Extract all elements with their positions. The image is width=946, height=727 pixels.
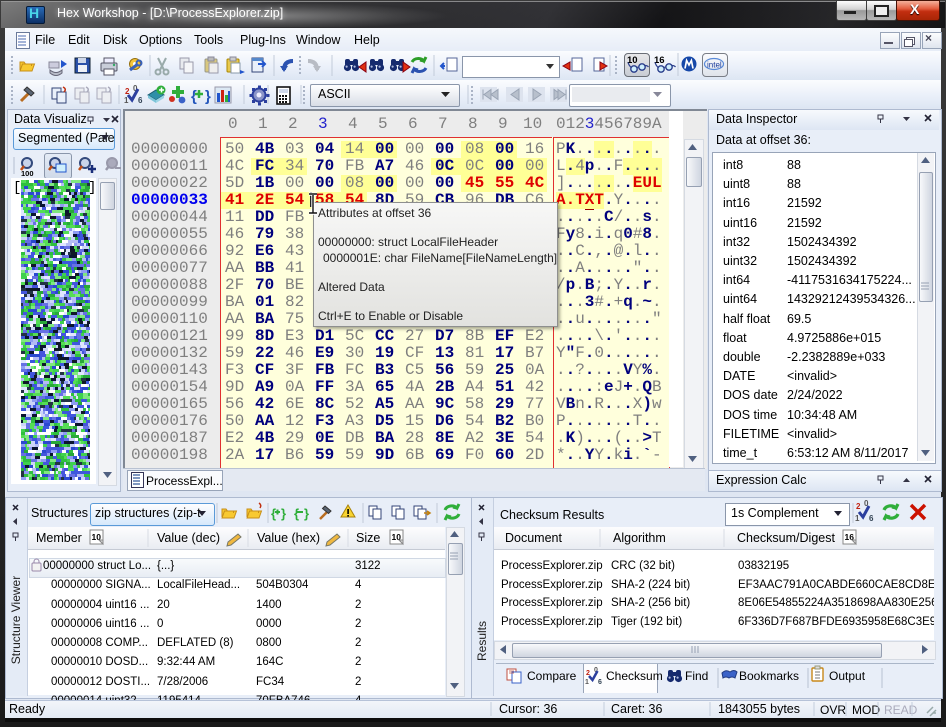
svg-text:1: 1 — [855, 514, 860, 523]
svg-text:2: 2 — [856, 502, 861, 511]
svg-text:{: { — [271, 506, 276, 521]
svg-text:6: 6 — [869, 514, 874, 523]
svg-text:6: 6 — [138, 96, 143, 105]
svg-text:intel: intel — [707, 61, 722, 70]
svg-text:}: } — [304, 506, 309, 521]
svg-text:1: 1 — [585, 679, 589, 686]
svg-text:6: 6 — [598, 679, 602, 686]
svg-text:{: { — [191, 88, 197, 105]
svg-text:100: 100 — [21, 169, 34, 178]
svg-text:}: } — [281, 506, 286, 521]
svg-text:{: { — [294, 506, 299, 521]
svg-text:}: } — [205, 88, 211, 105]
